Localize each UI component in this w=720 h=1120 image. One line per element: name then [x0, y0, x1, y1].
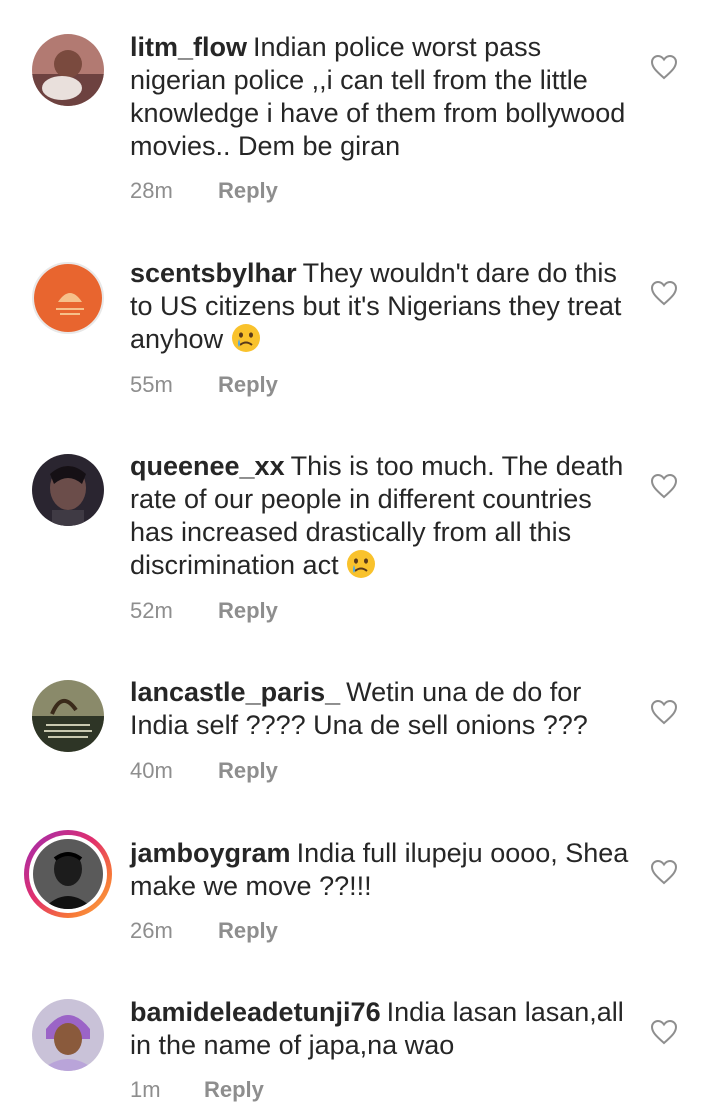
reply-button[interactable]: Reply — [218, 918, 278, 944]
heart-outline-icon[interactable] — [650, 54, 678, 80]
comment-time: 26m — [130, 918, 173, 943]
heart-outline-icon[interactable] — [650, 280, 678, 306]
comment-username[interactable]: queenee_xx — [130, 451, 285, 481]
avatar[interactable] — [32, 680, 104, 752]
comment-text: bamideleadetunji76 India lasan lasan,all … — [130, 996, 630, 1062]
reply-button[interactable]: Reply — [218, 598, 278, 624]
comment-meta: 26m Reply — [130, 918, 278, 944]
avatar[interactable] — [32, 999, 104, 1071]
heart-outline-icon[interactable] — [650, 1019, 678, 1045]
comment-meta: 1m Reply — [130, 1077, 264, 1103]
comment-username[interactable]: litm_flow — [130, 32, 247, 62]
comment-time: 40m — [130, 758, 173, 783]
comment-username[interactable]: jamboygram — [130, 838, 291, 868]
comment-time: 52m — [130, 598, 173, 623]
avatar — [29, 835, 107, 913]
comment-time: 1m — [130, 1077, 161, 1102]
comment-meta: 52m Reply — [130, 598, 278, 624]
avatar[interactable] — [32, 454, 104, 526]
comment-meta: 28m Reply — [130, 178, 278, 204]
comment-meta: 40m Reply — [130, 758, 278, 784]
comment-username[interactable]: scentsbylhar — [130, 258, 297, 288]
comment-text: lancastle_paris_ Wetin una de do for Indi… — [130, 676, 630, 742]
avatar[interactable] — [32, 262, 104, 334]
avatar-story-ring[interactable] — [24, 830, 112, 918]
comment-time: 28m — [130, 178, 173, 203]
heart-outline-icon[interactable] — [650, 473, 678, 499]
reply-button[interactable]: Reply — [204, 1077, 264, 1103]
comment-username[interactable]: lancastle_paris_ — [130, 677, 340, 707]
reply-button[interactable]: Reply — [218, 372, 278, 398]
comment-username[interactable]: bamideleadetunji76 — [130, 997, 381, 1027]
avatar[interactable] — [32, 34, 104, 106]
comment-text: jamboygram India full ilupeju oooo, Shea … — [130, 837, 630, 903]
comment-text: litm_flow Indian police worst pass nigeri… — [130, 31, 630, 163]
crying-face-emoji-icon — [231, 324, 260, 352]
comments-list: litm_flow Indian police worst pass nigeri… — [0, 0, 720, 1120]
comment-text: scentsbylhar They wouldn't dare do this t… — [130, 257, 630, 356]
heart-outline-icon[interactable] — [650, 859, 678, 885]
crying-face-emoji-icon — [347, 550, 376, 578]
comment-text: queenee_xx This is too much. The death ra… — [130, 450, 640, 582]
comment-meta: 55m Reply — [130, 372, 278, 398]
comment-time: 55m — [130, 372, 173, 397]
reply-button[interactable]: Reply — [218, 758, 278, 784]
reply-button[interactable]: Reply — [218, 178, 278, 204]
heart-outline-icon[interactable] — [650, 699, 678, 725]
